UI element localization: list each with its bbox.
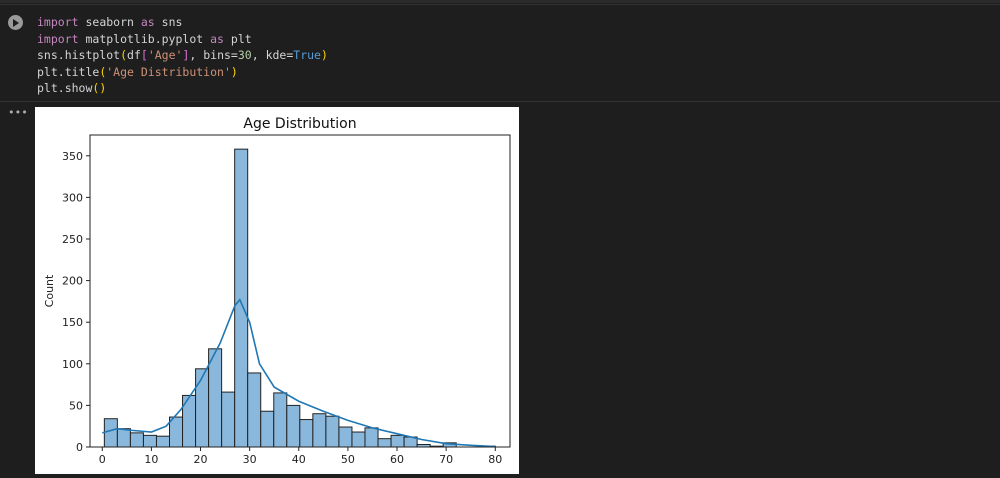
code-token: import [37, 15, 79, 29]
x-tick-label: 20 [194, 453, 208, 466]
histogram-bar [260, 410, 275, 448]
code-token: matplotlib.pyplot [78, 31, 211, 46]
y-tick-label: 300 [62, 191, 83, 204]
histogram-bar [195, 368, 210, 448]
code-token: ) [320, 48, 328, 62]
y-axis-label: Count [43, 274, 56, 307]
histogram-bar [247, 372, 262, 448]
code-token: plt [223, 31, 252, 46]
y-tick-label: 0 [76, 441, 83, 454]
axes-frame [89, 134, 511, 448]
x-tick-label: 0 [99, 453, 106, 466]
code-editor[interactable]: import seaborn as sns import matplotlib.p… [37, 14, 328, 97]
histogram-bar [364, 427, 379, 448]
x-tick-label: 10 [144, 453, 158, 466]
code-token: , bins= [189, 48, 238, 62]
histogram-bar [377, 438, 392, 448]
run-cell-button[interactable] [8, 15, 23, 30]
code-token: 30 [237, 48, 252, 62]
histogram-bar [286, 404, 301, 448]
code-token: [ [140, 48, 148, 62]
y-tick-label: 350 [62, 150, 83, 163]
code-token: () [92, 81, 107, 95]
y-tick-label: 50 [69, 399, 83, 412]
code-token: sns [154, 15, 183, 29]
code-cell[interactable]: import seaborn as sns import matplotlib.p… [0, 4, 1000, 102]
chart-figure: 0 10 20 30 40 50 60 70 80 0 50 100 150 200 250 300 350 Ag… [35, 107, 519, 474]
x-tick-label: 30 [243, 453, 257, 466]
code-token: df [127, 48, 141, 62]
x-tick-label: 80 [488, 453, 502, 466]
code-line: plt.title('Age Distribution') [37, 64, 328, 81]
y-tick-label: 200 [62, 275, 83, 288]
y-tick-label: 250 [62, 233, 83, 246]
x-tick-label: 70 [439, 453, 453, 466]
histogram-bar [116, 428, 131, 448]
histogram-chart: 0 10 20 30 40 50 60 70 80 0 50 100 150 200 250 300 350 Ag… [43, 116, 511, 466]
code-line: sns.histplot(df['Age'], bins=30, kde=Tru… [37, 47, 328, 64]
histogram-bar [142, 434, 157, 448]
code-token: ( [120, 48, 128, 62]
code-token: True [293, 48, 321, 62]
histogram-bar [208, 348, 223, 448]
histogram-bar [234, 148, 249, 448]
histogram-bar [155, 435, 171, 448]
code-token: plt.title [37, 64, 100, 79]
histogram-bar [325, 415, 340, 448]
code-token: , kde= [251, 48, 294, 62]
top-bar [0, 0, 1000, 3]
code-token: 'Age' [147, 48, 183, 62]
code-token: ) [230, 64, 238, 79]
histogram-bar [312, 413, 327, 448]
code-token: as [140, 15, 155, 29]
code-line: import matplotlib.pyplot as plt [37, 31, 328, 48]
histogram-bar [299, 419, 314, 448]
chart-title: Age Distribution [243, 116, 356, 132]
histogram-bar [103, 418, 118, 448]
x-tick-label: 60 [390, 453, 404, 466]
code-line: import seaborn as sns [37, 14, 328, 31]
x-tick-label: 50 [341, 453, 355, 466]
histogram-bar [169, 416, 184, 448]
histogram-bar [351, 431, 366, 448]
x-tick-label: 40 [292, 453, 306, 466]
histogram-bar [221, 391, 236, 448]
code-token: import [37, 31, 79, 46]
code-token: as [210, 31, 224, 46]
output-menu-icon[interactable]: ••• [8, 106, 28, 119]
y-tick-label: 100 [62, 358, 83, 371]
code-token: 'Age Distribution' [106, 64, 231, 79]
histogram-bar [338, 426, 353, 448]
y-tick-label: 150 [62, 316, 83, 329]
code-token: plt.show [37, 81, 93, 95]
histogram-bar [273, 392, 288, 448]
code-line: plt.show() [37, 80, 328, 97]
code-token: sns.histplot [37, 48, 121, 62]
code-token: seaborn [78, 15, 141, 29]
histogram-bar [129, 432, 144, 448]
histogram-bar [390, 434, 405, 448]
